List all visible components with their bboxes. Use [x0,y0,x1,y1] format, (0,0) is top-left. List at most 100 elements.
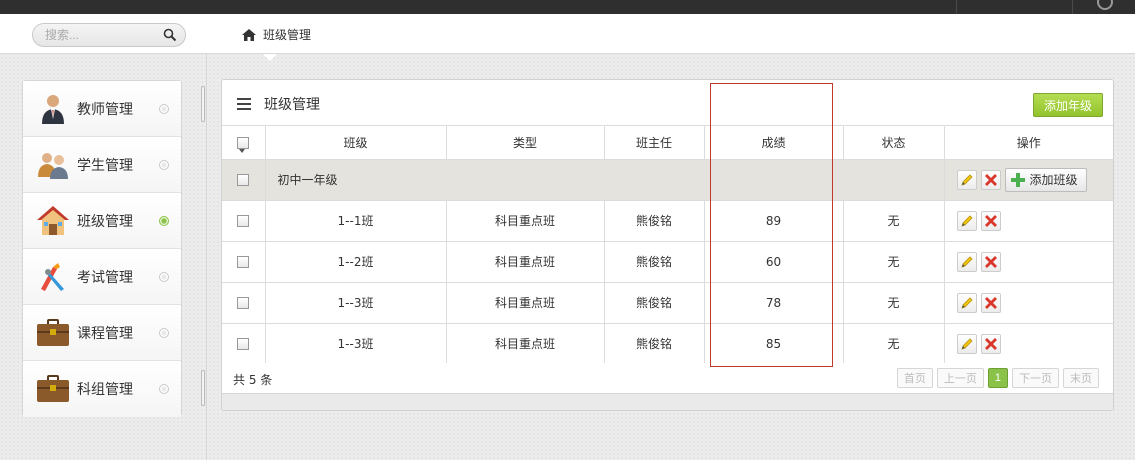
cell-score: 89 [704,200,844,241]
group-row: 初中一年级 添加班级 [222,159,1113,200]
row-checkbox[interactable] [237,297,250,309]
delete-button[interactable] [980,292,1001,313]
status-dot [159,159,169,170]
sidebar-splitter[interactable] [200,86,206,406]
home-icon[interactable] [241,28,257,42]
sidebar-item-label: 班级管理 [77,213,133,230]
sidebar-item-teachers[interactable]: 教师管理 [23,81,181,137]
pager-first-button[interactable]: 首页 [896,368,933,388]
top-bar [0,0,1135,18]
delete-x-icon [984,296,997,309]
sidebar-item-exams[interactable]: 考试管理 [23,249,181,305]
teacher-icon [33,91,73,127]
panel-footer: 共 5 条 首页 上一页 1 下一页 末页 [222,363,1113,393]
cell-score: 78 [704,282,844,323]
cell-type: 科目重点班 [446,200,605,241]
panel-title: 班级管理 [264,97,320,113]
sidebar-item-students[interactable]: 学生管理 [23,137,181,193]
table-row: 1--1班 科目重点班 熊俊铭 89 无 [222,200,1113,241]
sidebar-item-classes[interactable]: 班级管理 [23,193,181,249]
briefcase-icon [33,371,73,407]
pencil-icon [960,296,973,309]
status-dot [159,271,169,282]
sidebar-item-courses[interactable]: 课程管理 [23,305,181,361]
splitter-handle[interactable] [201,86,205,122]
sidebar-item-label: 学生管理 [77,157,133,174]
house-icon [33,203,73,239]
total-count: 共 5 条 [233,373,273,387]
delete-button[interactable] [980,251,1001,272]
status-dot [159,327,169,338]
delete-x-icon [984,173,997,186]
breadcrumb-current[interactable]: 班级管理 [263,26,311,43]
column-header-status[interactable]: 状态 [843,126,945,159]
caret-down-icon [239,149,246,154]
delete-x-icon [984,337,997,350]
pager-prev-button[interactable]: 上一页 [936,368,984,388]
students-icon [33,147,73,183]
panel-header: 班级管理 添加年级 [222,80,1113,126]
cell-teacher: 熊俊铭 [604,323,705,364]
delete-x-icon [984,255,997,268]
delete-button[interactable] [980,210,1001,231]
pagination: 首页 上一页 1 下一页 末页 [896,368,1099,388]
panel-bottom-bar [222,393,1113,410]
cell-status: 无 [843,282,945,323]
cell-teacher: 熊俊铭 [604,200,705,241]
pencil-icon [960,173,973,186]
column-header-teacher[interactable]: 班主任 [604,126,705,159]
list-icon [237,98,251,110]
cell-class: 1--1班 [265,200,447,241]
cell-type: 科目重点班 [446,282,605,323]
sidebar: 教师管理 学生管理 班级管理 考试管理 课程管理 科组管理 [22,80,182,417]
status-dot-active [159,215,169,226]
cell-type: 科目重点班 [446,323,605,364]
add-grade-button[interactable]: 添加年级 [1032,93,1103,117]
column-header-type[interactable]: 类型 [446,126,605,159]
top-bar-divider [956,0,957,14]
edit-button[interactable] [956,251,977,272]
delete-button[interactable] [980,169,1001,190]
edit-button[interactable] [956,169,977,190]
pager-current-page[interactable]: 1 [987,368,1008,388]
edit-button[interactable] [956,333,977,354]
pager-last-button[interactable]: 末页 [1063,368,1099,388]
search-icon[interactable] [163,28,177,42]
briefcase-icon [33,315,73,351]
table-row: 1--2班 科目重点班 熊俊铭 60 无 [222,241,1113,282]
column-header-class[interactable]: 班级 [265,126,447,159]
delete-button[interactable] [980,333,1001,354]
splitter-handle[interactable] [201,370,205,406]
sidebar-item-label: 课程管理 [77,325,133,342]
row-checkbox[interactable] [237,338,250,350]
search-box [32,23,186,47]
edit-button[interactable] [956,210,977,231]
class-table: 班级 类型 班主任 成绩 状态 操作 初中一年级 添加班级 1--1班 科目重点… [222,126,1113,365]
status-dot [159,103,169,114]
power-icon[interactable] [1097,0,1113,10]
add-class-label: 添加班级 [1029,173,1078,187]
breadcrumb: 班级管理 [241,26,311,43]
row-checkbox[interactable] [237,174,250,186]
cell-teacher: 熊俊铭 [604,241,705,282]
plus-icon [1010,172,1025,187]
pencil-icon [960,255,973,268]
pager-next-button[interactable]: 下一页 [1012,368,1059,388]
nav-bar: 班级管理 [0,14,1135,54]
top-bar-divider [1072,0,1073,14]
row-checkbox[interactable] [237,256,250,268]
cell-type: 科目重点班 [446,241,605,282]
cell-class: 1--3班 [265,282,447,323]
select-all-checkbox[interactable] [237,136,250,149]
cell-class: 1--3班 [265,323,447,364]
cell-teacher: 熊俊铭 [604,282,705,323]
status-dot [159,384,169,394]
pencil-icon [960,214,973,227]
sidebar-item-departments[interactable]: 科组管理 [23,361,181,417]
edit-button[interactable] [956,292,977,313]
cell-score: 85 [704,323,844,364]
column-header-score[interactable]: 成绩 [704,126,844,159]
row-checkbox[interactable] [237,215,250,227]
search-input[interactable] [45,27,155,43]
add-class-button[interactable]: 添加班级 [1004,167,1087,192]
